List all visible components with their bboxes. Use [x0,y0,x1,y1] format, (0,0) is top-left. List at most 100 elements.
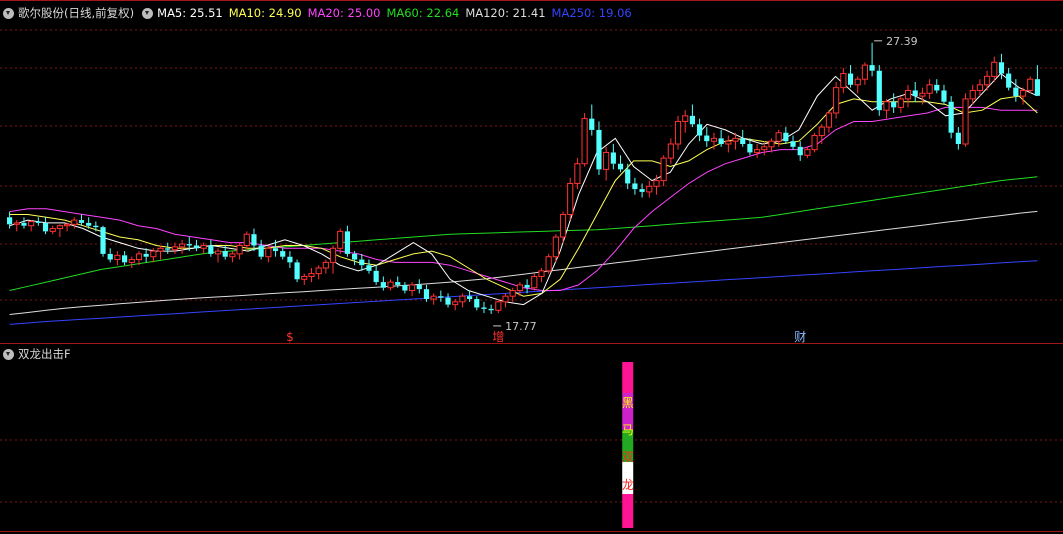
candle-down [718,138,724,144]
candle-up [308,273,315,277]
candle-up [179,243,186,248]
candle-down [481,307,487,309]
candle-down [193,245,200,249]
candle-up [135,253,143,261]
candle-up [682,115,689,122]
candle-up [552,236,559,258]
candle-down [78,220,85,223]
signal-char: 马 [622,423,634,437]
candle-up [818,126,825,137]
candle-down [7,217,13,225]
candle-up [214,250,222,255]
candle-up [761,146,768,151]
candle-up [387,281,394,289]
indicator-title: 双龙出击F [18,347,71,361]
candle-down [100,227,106,254]
candle-up [409,284,416,292]
candle-up [200,244,207,249]
candle-down [747,144,753,153]
candle-up [991,61,998,77]
candle-up [574,163,581,184]
candle-up [509,290,516,297]
candle-up [768,140,775,148]
signal-char: 黑 [622,396,634,410]
candle-up [775,132,782,142]
candle-up [545,256,552,272]
candle-down [287,256,293,263]
candle-down [783,132,789,142]
candle-up [502,295,509,303]
candle-down [1013,87,1019,97]
candle-up [538,270,545,277]
candle-down [740,138,746,144]
low-price-label: 17.77 [505,320,537,333]
candle-down [790,141,796,147]
stock-chart-window: 27.3917.77$增财$黑马双龙黑马双龙 歌尔股份(日线,前复权) MA5:… [0,0,1063,534]
signal-char: 双 [622,450,634,464]
chart-canvas[interactable]: 27.3917.77$增财$黑马双龙黑马双龙 [0,0,1063,534]
candle-down [251,234,257,246]
candle-up [157,247,164,252]
chevron-down-icon[interactable] [3,7,14,19]
candle-down [610,152,616,164]
candle-down [344,231,350,254]
ma-line-ma120 [9,210,1038,315]
candle-up [128,259,135,263]
event-marker: $ [286,330,294,344]
candle-down [416,284,422,290]
candle-down [948,101,954,133]
chevron-down-icon[interactable] [3,348,14,360]
signal-char: 龙 [622,478,634,492]
candle-down [589,118,595,130]
candle-up [265,247,272,258]
candle-up [114,254,121,261]
candle-up [495,301,502,311]
candle-up [754,149,761,153]
signal-bar-segment [622,362,634,393]
candle-down [222,251,228,257]
candle-up [64,223,71,227]
candle-up [674,120,682,145]
candle-up [171,246,178,251]
candle-down [697,124,703,136]
candle-down [891,101,897,108]
candle-up [897,98,904,108]
candle-down [380,282,386,288]
candle-down [1006,73,1012,88]
candle-down [488,308,494,311]
candle-down [689,115,695,125]
candle-up [329,247,337,263]
candle-up [229,253,236,258]
candle-down [474,299,480,308]
candle-down [21,222,27,226]
candle-down [998,62,1005,74]
ma-line-ma60 [9,176,1038,291]
candle-up [825,112,833,128]
candle-down [143,253,149,257]
stock-title: 歌尔股份(日线,前复权) [18,6,135,20]
ma-legend-item: MA20: 25.00 [307,6,381,20]
high-price-label: 27.39 [886,35,918,48]
candle-up [804,149,811,156]
candle-up [904,89,912,100]
candle-down [632,183,638,190]
candle-down [122,255,128,263]
candle-down [596,129,602,170]
candle-up [452,301,459,306]
candle-down [402,284,408,291]
ma-legend: MA5: 25.51 MA10: 24.90 MA20: 25.00 MA60: 22… [157,6,638,20]
candle-up [1019,89,1027,97]
candle-up [919,92,926,97]
candle-down [294,262,300,280]
chevron-down-icon[interactable] [142,7,154,19]
candle-down [625,169,631,184]
candle-up [150,250,157,258]
candle-down [876,70,882,111]
event-marker: 财 [794,330,806,344]
ma-legend-item: MA250: 19.06 [551,6,632,20]
candle-down [847,73,854,85]
candle-down [524,284,530,288]
candle-down [107,253,113,260]
candle-up [581,118,588,165]
candle-up [13,222,20,225]
